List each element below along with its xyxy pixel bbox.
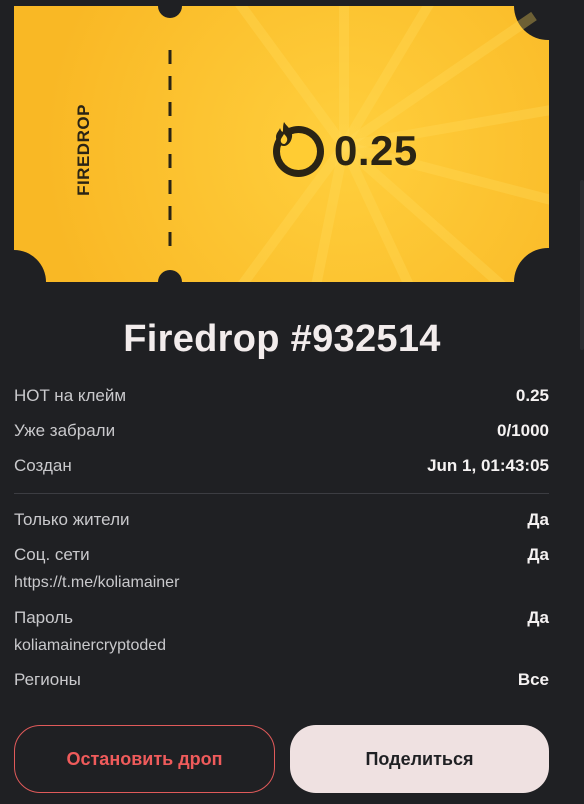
ticket-amount-value: 0.25: [334, 127, 418, 174]
detail-value: 0.25: [515, 386, 549, 405]
detail-label: Пароль: [14, 608, 73, 627]
divider: [14, 493, 549, 494]
detail-value: Все: [517, 670, 549, 689]
detail-row-socials: Соц. сети Да: [14, 545, 549, 565]
detail-label: Регионы: [14, 670, 81, 689]
detail-row-claimed: Уже забрали 0/1000: [14, 421, 549, 441]
firedrop-ticket: FIREDROP 0.25: [14, 6, 549, 282]
detail-label: Только жители: [14, 510, 130, 529]
password-value: koliamainercryptoded: [14, 637, 167, 654]
page-title: Firedrop #932514: [123, 318, 441, 360]
detail-value: Jun 1, 01:43:05: [427, 456, 549, 475]
detail-value: 0/1000: [497, 421, 549, 440]
detail-label: Создан: [14, 456, 72, 475]
detail-row-hot-per-claim: HOT на клейм 0.25: [14, 386, 549, 406]
detail-value: Да: [527, 608, 549, 627]
detail-value: Да: [527, 545, 549, 564]
detail-row-created: Создан Jun 1, 01:43:05: [14, 456, 549, 476]
detail-label: Уже забрали: [14, 421, 116, 440]
ticket-amount: 0.25: [273, 121, 418, 181]
share-button[interactable]: Поделиться: [290, 725, 549, 793]
detail-label: HOT на клейм: [14, 386, 127, 405]
detail-row-residents-only: Только жители Да: [14, 510, 549, 530]
stop-drop-button[interactable]: Остановить дроп: [14, 725, 275, 793]
scrollbar[interactable]: [580, 180, 584, 350]
fire-coin-icon: [273, 122, 324, 177]
detail-row-password: Пароль Да: [14, 608, 549, 628]
detail-value: Да: [527, 510, 549, 529]
detail-label: Соц. сети: [14, 545, 90, 564]
detail-row-regions: Регионы Все: [14, 670, 549, 690]
socials-link[interactable]: https://t.me/koliamainer: [14, 574, 179, 592]
ticket-brand-label: FIREDROP: [74, 104, 93, 196]
